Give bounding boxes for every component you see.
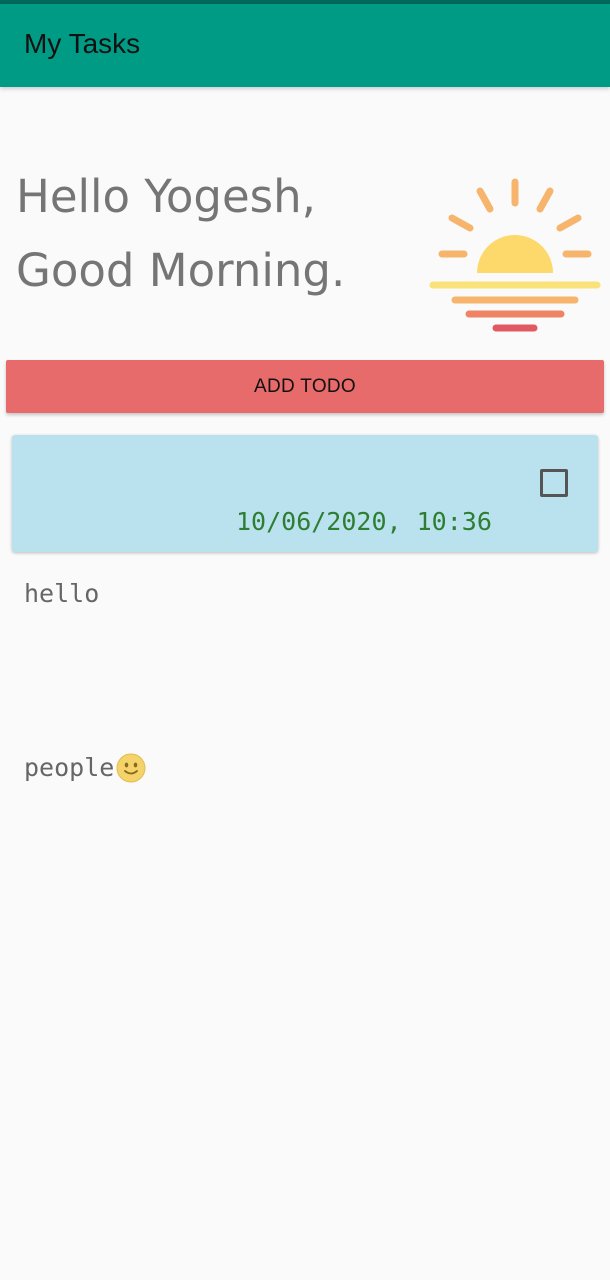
greeting-line-time-of-day: Good Morning.	[16, 244, 346, 297]
todo-line-2-text: people	[24, 753, 115, 782]
todo-line-2: people	[24, 739, 146, 797]
todo-line-1: hello	[24, 579, 100, 608]
app-title: My Tasks	[24, 28, 141, 59]
todo-text: hello people	[24, 449, 146, 913]
slightly-smiling-face-icon	[116, 753, 146, 783]
sunrise-icon	[429, 178, 601, 332]
add-todo-button[interactable]: ADD TODO	[6, 360, 604, 413]
greeting-text: Hello Yogesh, Good Morning.	[16, 160, 345, 308]
greeting-line-hello: Hello Yogesh,	[16, 170, 316, 223]
todo-card[interactable]: hello people 10/06/2020, 10:36	[12, 435, 598, 783]
todo-done-checkbox[interactable]	[540, 469, 568, 497]
app-bar: My Tasks	[0, 4, 610, 87]
todo-datetime: 10/06/2020, 10:36	[236, 507, 492, 536]
